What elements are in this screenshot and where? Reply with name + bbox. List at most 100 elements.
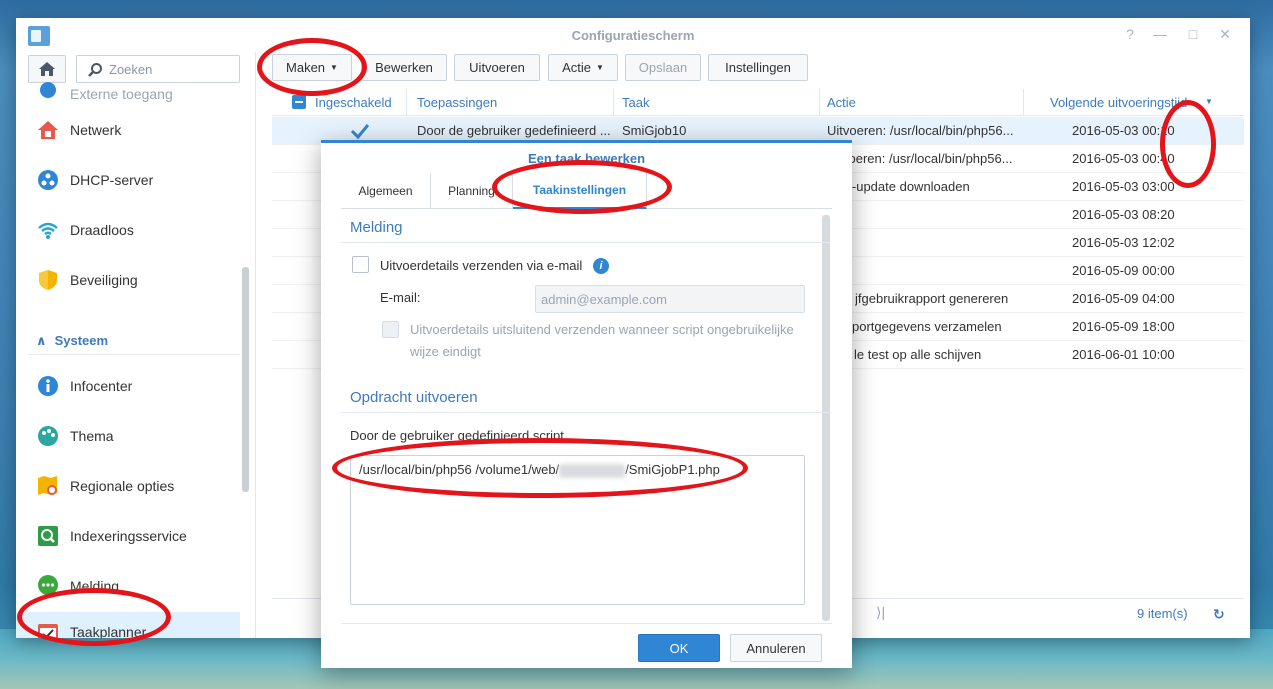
script-prefix: /usr/local/bin/php56 /volume1/web/ <box>359 462 560 477</box>
action-button[interactable]: Actie ▼ <box>548 54 618 81</box>
script-textarea[interactable]: /usr/local/bin/php56 /volume1/web/ /SmiGj… <box>350 455 805 605</box>
save-button[interactable]: Opslaan <box>625 54 701 81</box>
dropdown-caret-icon: ▼ <box>595 63 604 72</box>
tab-task-settings[interactable]: Taakinstellingen <box>513 173 647 209</box>
cancel-button[interactable]: Annuleren <box>730 634 822 662</box>
settings-button[interactable]: Instellingen <box>708 54 808 81</box>
email-field[interactable]: admin@example.com <box>535 285 805 313</box>
header-next-run[interactable]: Volgende uitvoeringstijd <box>1050 95 1204 110</box>
notification-heading: Melding <box>350 219 403 236</box>
script-suffix: /SmiGjobP1.php <box>625 462 720 477</box>
dropdown-caret-icon: ▼ <box>330 63 338 72</box>
sidebar: Zoeken Externe toegang Netwerk DHCP-serv… <box>16 52 256 638</box>
row-next-run: 2016-05-03 08:20 <box>1072 207 1175 222</box>
send-details-checkbox[interactable] <box>352 256 369 273</box>
refresh-icon[interactable]: ↻ <box>1213 606 1225 623</box>
ok-button[interactable]: OK <box>638 634 720 662</box>
close-icon[interactable]: ✕ <box>1217 26 1233 43</box>
globe-icon <box>36 80 60 102</box>
row-action: voeren: /usr/local/bin/php56... <box>842 151 1013 166</box>
only-abnormal-label: Uitvoerdetails uitsluitend verzenden wan… <box>410 322 794 337</box>
row-next-run: 2016-05-03 00:10 <box>1072 123 1175 138</box>
email-label: E-mail: <box>380 290 421 305</box>
item-count: 9 item(s) <box>1137 606 1188 621</box>
dialog-footer-divider <box>341 623 832 624</box>
wifi-icon <box>36 218 60 242</box>
dhcp-icon <box>36 168 60 192</box>
section-divider <box>341 412 831 413</box>
sidebar-item-external-access[interactable]: Externe toegang <box>16 80 240 102</box>
edit-task-dialog: Een taak bewerken Algemeen Planning Taak… <box>321 140 852 668</box>
shield-icon <box>36 268 60 292</box>
row-action: jfgebruikrapport genereren <box>855 291 1009 306</box>
column-separator <box>1023 89 1024 116</box>
sidebar-item-infocenter[interactable]: Infocenter <box>16 366 240 406</box>
sidebar-item-indexing[interactable]: Indexeringsservice <box>16 516 240 556</box>
sort-desc-icon: ▼ <box>1205 97 1213 106</box>
header-applications[interactable]: Toepassingen <box>417 95 497 110</box>
maximize-icon[interactable]: □ <box>1185 26 1201 42</box>
dialog-scrollbar[interactable] <box>822 215 830 621</box>
checkmark-icon <box>350 124 370 139</box>
run-button[interactable]: Uitvoeren <box>454 54 540 81</box>
header-enabled[interactable]: Ingeschakeld <box>315 95 392 110</box>
row-next-run: 2016-05-03 03:00 <box>1072 179 1175 194</box>
row-next-run: 2016-05-09 18:00 <box>1072 319 1175 334</box>
script-label: Door de gebruiker gedefinieerd script <box>350 428 564 443</box>
sidebar-item-dhcp[interactable]: DHCP-server <box>16 160 240 200</box>
dialog-tabs: Algemeen Planning Taakinstellingen <box>341 173 832 209</box>
only-abnormal-checkbox[interactable] <box>382 321 399 338</box>
sidebar-item-task-scheduler[interactable]: Taakplanner <box>16 612 240 638</box>
tab-general[interactable]: Algemeen <box>341 173 431 209</box>
row-app: Door de gebruiker gedefinieerd ... <box>417 123 611 138</box>
map-clock-icon <box>36 474 60 498</box>
sidebar-divider <box>28 354 240 355</box>
header-task[interactable]: Taak <box>622 95 649 110</box>
row-action: l-update downloaden <box>849 179 970 194</box>
search-placeholder: Zoeken <box>109 62 153 77</box>
header-action[interactable]: Actie <box>827 95 856 110</box>
create-button[interactable]: Maken ▼ <box>272 54 352 81</box>
row-action: Uitvoeren: /usr/local/bin/php56... <box>827 123 1014 138</box>
window-title: Configuratiescherm <box>571 28 695 43</box>
calendar-check-icon <box>36 620 60 638</box>
row-next-run: 2016-06-01 10:00 <box>1072 347 1175 362</box>
chevron-up-icon: ∧ <box>36 333 47 348</box>
palette-icon <box>36 424 60 448</box>
info-icon[interactable]: i <box>593 258 609 274</box>
home-icon <box>39 62 55 76</box>
section-divider <box>341 242 831 243</box>
row-action: portgegevens verzamelen <box>852 319 1002 334</box>
sidebar-item-security[interactable]: Beveiliging <box>16 260 240 300</box>
house-network-icon <box>36 118 60 142</box>
sidebar-item-notification[interactable]: Melding <box>16 566 240 606</box>
row-next-run: 2016-05-03 12:02 <box>1072 235 1175 250</box>
row-next-run: 2016-05-09 00:00 <box>1072 263 1175 278</box>
sidebar-item-wireless[interactable]: Draadloos <box>16 210 240 250</box>
search-input[interactable]: Zoeken <box>76 55 240 83</box>
row-action: le test op alle schijven <box>854 347 982 362</box>
sidebar-item-network[interactable]: Netwerk <box>16 110 240 150</box>
only-abnormal-label-cont: wijze eindigt <box>410 344 481 359</box>
last-page-icon[interactable]: ⟩| <box>876 604 885 621</box>
task-table-header: Ingeschakeld Toepassingen Taak Actie Vol… <box>272 89 1244 116</box>
sidebar-item-regional[interactable]: Regionale opties <box>16 466 240 506</box>
index-search-icon <box>36 524 60 548</box>
minimize-icon[interactable]: — <box>1152 26 1168 42</box>
help-icon[interactable]: ? <box>1122 26 1138 42</box>
home-button[interactable] <box>28 55 66 83</box>
row-next-run: 2016-05-03 00:40 <box>1072 151 1175 166</box>
run-command-heading: Opdracht uitvoeren <box>350 389 478 406</box>
row-next-run: 2016-05-09 04:00 <box>1072 291 1175 306</box>
sidebar-item-theme[interactable]: Thema <box>16 416 240 456</box>
sidebar-section-system[interactable]: ∧ Systeem <box>36 333 108 349</box>
column-separator <box>406 89 407 116</box>
edit-button[interactable]: Bewerken <box>361 54 447 81</box>
send-details-label: Uitvoerdetails verzenden via e-mail <box>380 258 583 273</box>
column-separator <box>613 89 614 116</box>
tab-schedule[interactable]: Planning <box>431 173 513 209</box>
blurred-path <box>559 463 626 478</box>
search-icon <box>88 63 102 77</box>
chat-icon <box>36 574 60 598</box>
sidebar-scrollbar[interactable] <box>242 267 249 492</box>
